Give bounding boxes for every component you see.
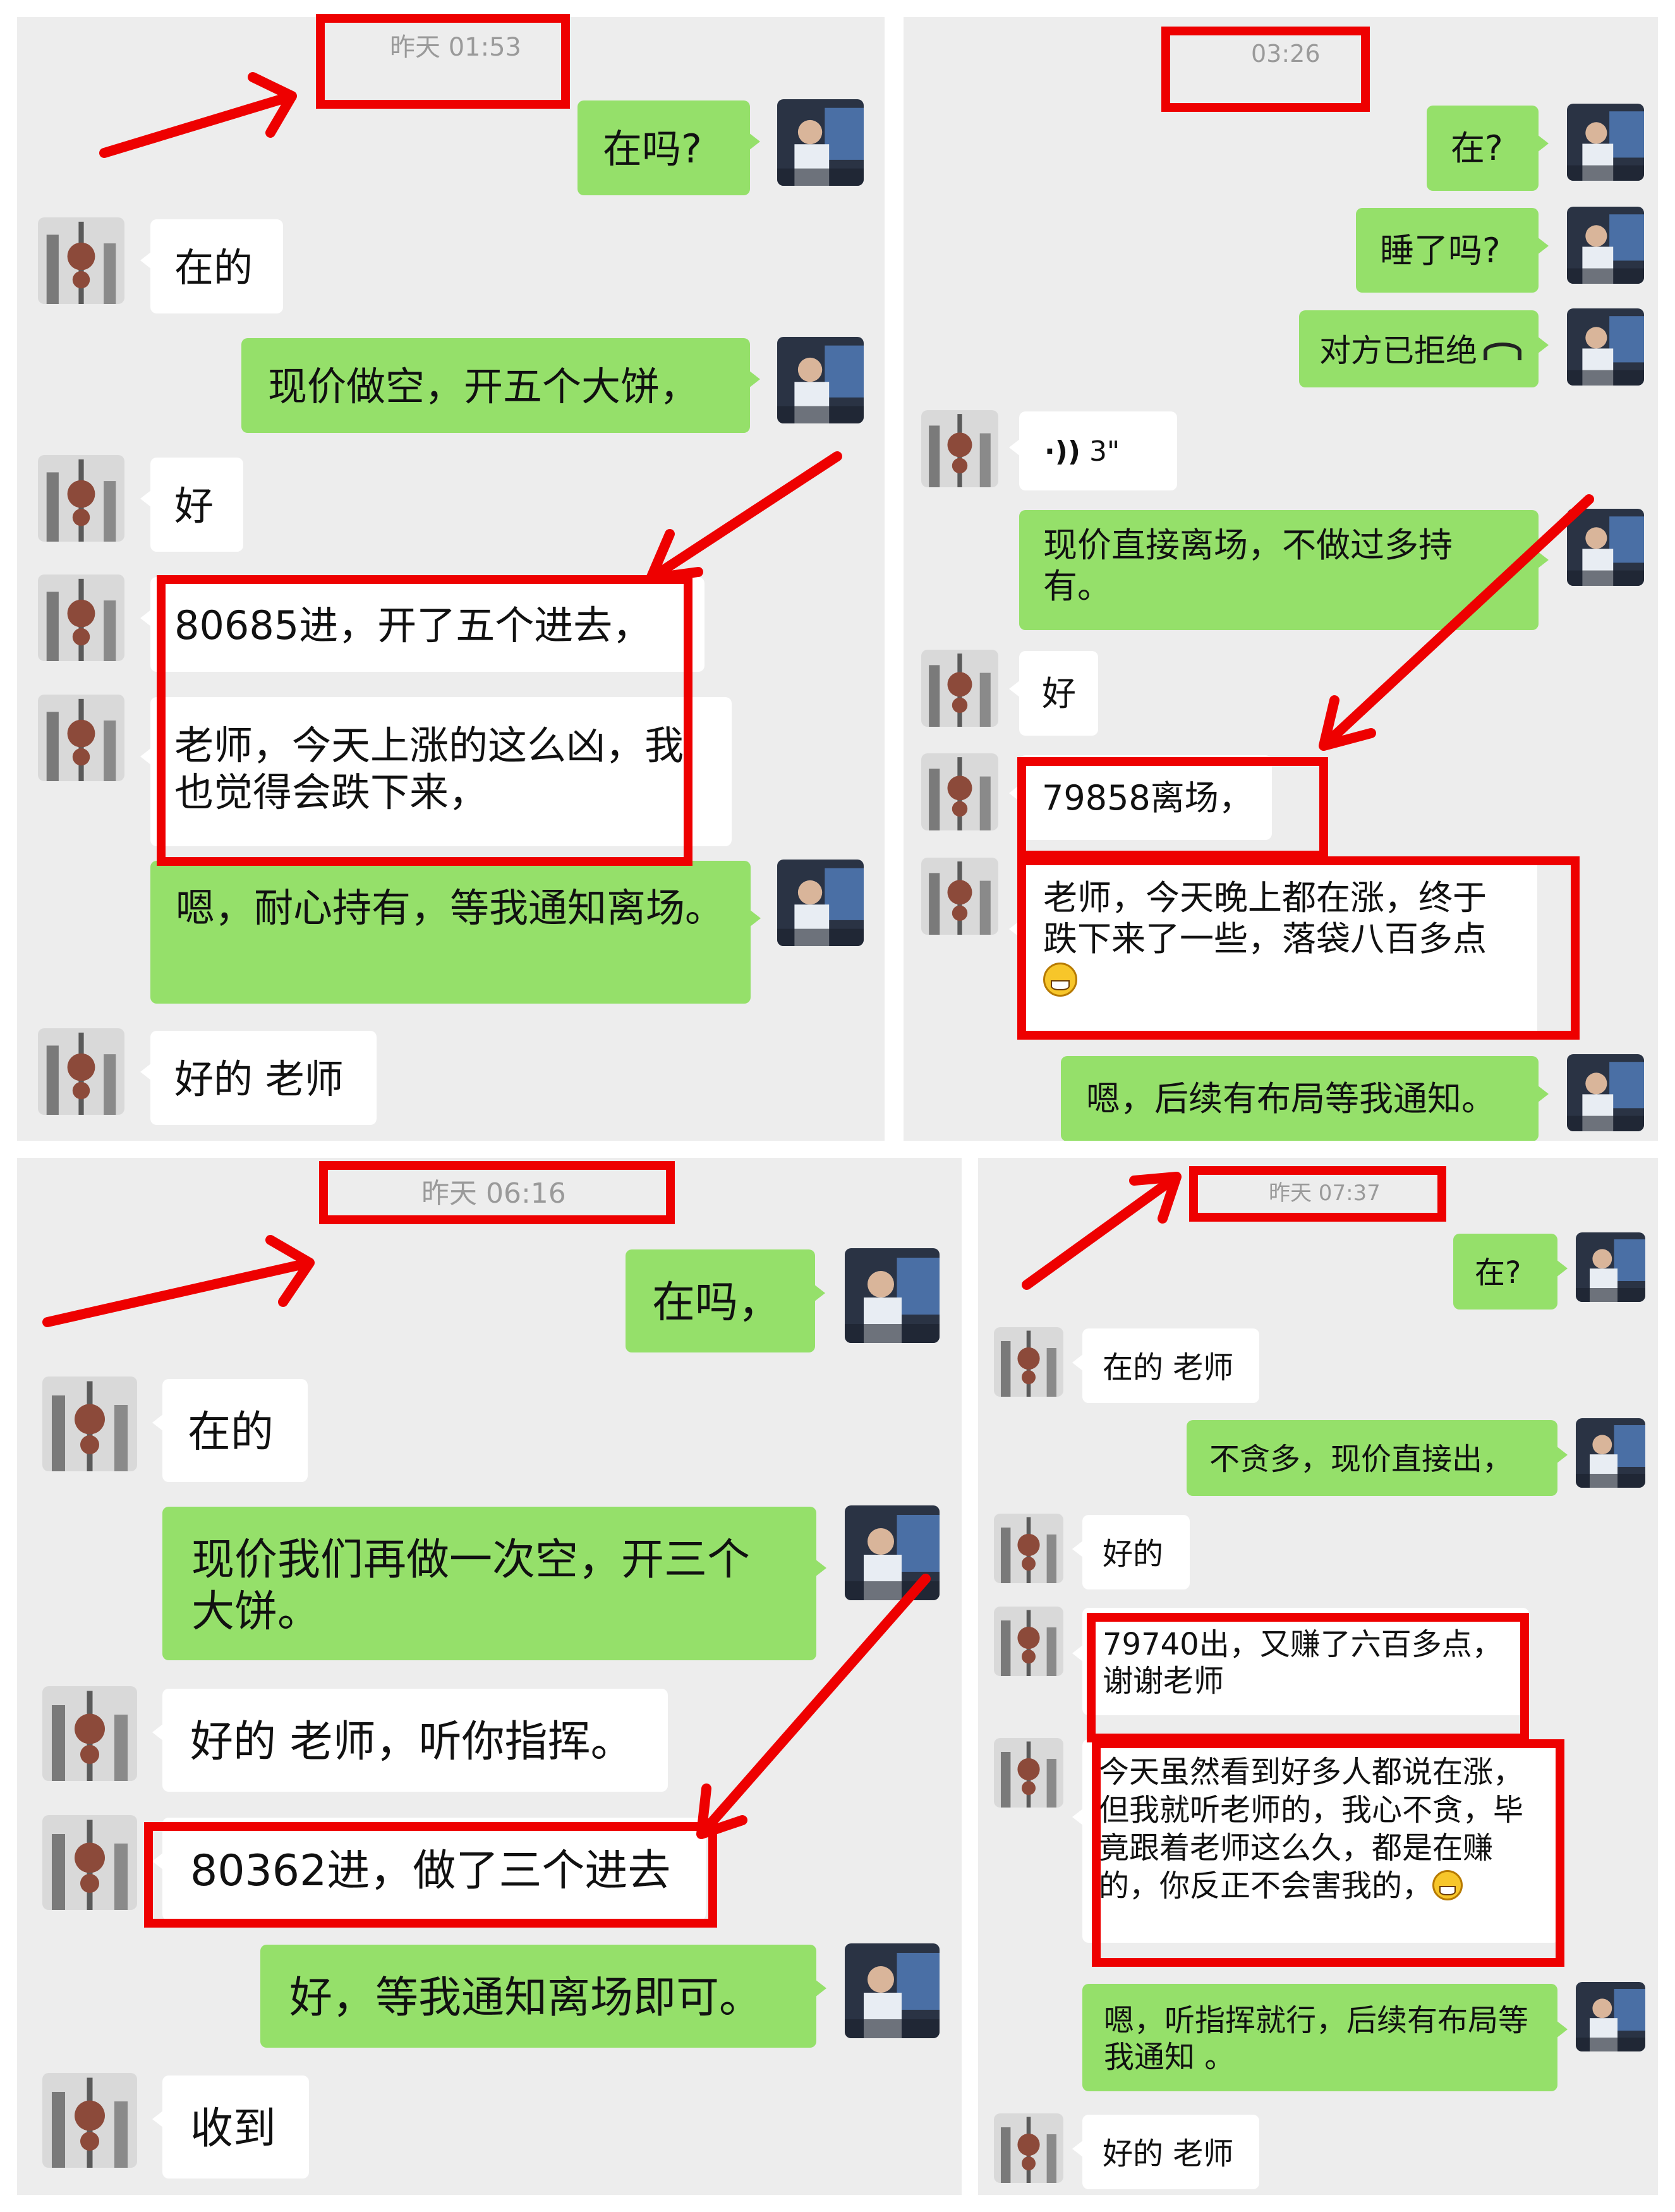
- message-bubble-sent[interactable]: 在吗，: [626, 1249, 825, 1352]
- message-bubble-sent[interactable]: 睡了吗?: [1356, 208, 1549, 293]
- contact-avatar[interactable]: [994, 1607, 1063, 1676]
- my-avatar[interactable]: [777, 337, 864, 423]
- contact-avatar[interactable]: [42, 2073, 137, 2168]
- my-avatar[interactable]: [1576, 1418, 1645, 1488]
- my-avatar[interactable]: [845, 1505, 940, 1600]
- my-avatar[interactable]: [1576, 1232, 1645, 1302]
- contact-avatar[interactable]: [921, 410, 998, 487]
- message-bubble-received[interactable]: 收到: [152, 2075, 309, 2179]
- voice-icon: ·)): [1044, 435, 1080, 468]
- contact-avatar[interactable]: [42, 1686, 137, 1781]
- my-avatar[interactable]: [1567, 509, 1644, 586]
- highlight-box-exit-1: [1017, 757, 1328, 860]
- highlight-box-timestamp-2: [1161, 27, 1370, 112]
- voice-duration: 3": [1089, 435, 1120, 468]
- voice-message-bubble[interactable]: ·)) 3": [1009, 411, 1177, 490]
- highlight-box-timestamp-1: [316, 14, 570, 109]
- message-bubble-sent[interactable]: 嗯，耐心持有，等我通知离场。: [150, 861, 761, 1004]
- highlight-box-exit-2: [1087, 1613, 1529, 1742]
- highlight-box-comment: [1092, 1739, 1564, 1967]
- message-bubble-sent[interactable]: 不贪多，现价直接出，: [1187, 1420, 1568, 1496]
- my-avatar[interactable]: [777, 860, 864, 946]
- contact-avatar[interactable]: [994, 1514, 1063, 1583]
- chat-panel-3: 昨天 06:16 在吗， 在的 现价我们再做一次空，开三个大饼。 好的 老师，听…: [17, 1158, 962, 2195]
- hangup-icon: [1484, 343, 1521, 360]
- highlight-box-profit-1: [1017, 856, 1580, 1040]
- message-bubble-sent[interactable]: 在吗?: [577, 100, 760, 195]
- my-avatar[interactable]: [777, 99, 864, 186]
- contact-avatar[interactable]: [38, 455, 124, 542]
- my-avatar[interactable]: [845, 1943, 940, 2038]
- message-bubble-sent[interactable]: 嗯，后续有布局等我通知。: [1061, 1056, 1549, 1141]
- highlight-box-timestamp-3: [319, 1161, 675, 1224]
- my-avatar[interactable]: [1567, 207, 1644, 284]
- message-bubble-received[interactable]: 好的 老师，听你指挥。: [152, 1689, 668, 1792]
- highlight-box-timestamp-4: [1189, 1166, 1446, 1222]
- message-bubble-sent[interactable]: 现价做空，开五个大饼，: [241, 338, 760, 433]
- contact-avatar[interactable]: [38, 695, 124, 781]
- message-bubble-received[interactable]: 在的: [152, 1379, 308, 1482]
- highlight-box-entry-2: [144, 1822, 717, 1928]
- call-rejected-bubble[interactable]: 对方已拒绝: [1299, 310, 1549, 387]
- message-bubble-received[interactable]: 好: [1009, 651, 1098, 736]
- contact-avatar[interactable]: [994, 1738, 1063, 1808]
- contact-avatar[interactable]: [38, 1028, 124, 1115]
- my-avatar[interactable]: [845, 1248, 940, 1343]
- contact-avatar[interactable]: [42, 1376, 137, 1471]
- contact-avatar[interactable]: [994, 2113, 1063, 2183]
- call-status-text: 对方已拒绝: [1319, 332, 1477, 369]
- message-bubble-received[interactable]: 好的: [1072, 1515, 1190, 1589]
- message-bubble-sent[interactable]: 嗯，听指挥就行，后续有布局等我通知 。: [1082, 1984, 1568, 2091]
- highlight-box-entry-1: [157, 575, 692, 866]
- message-bubble-sent[interactable]: 现价直接离场，不做过多持有。: [1019, 510, 1549, 630]
- message-bubble-sent[interactable]: 在?: [1453, 1234, 1568, 1310]
- message-bubble-sent[interactable]: 在?: [1427, 106, 1549, 191]
- contact-avatar[interactable]: [921, 858, 998, 935]
- message-bubble-received[interactable]: 在的 老师: [1072, 1328, 1259, 1403]
- message-bubble-received[interactable]: 好的 老师: [140, 1031, 377, 1125]
- my-avatar[interactable]: [1567, 308, 1644, 386]
- message-bubble-sent[interactable]: 好，等我通知离场即可。: [260, 1945, 826, 2048]
- contact-avatar[interactable]: [42, 1815, 137, 1910]
- contact-avatar[interactable]: [994, 1327, 1063, 1397]
- message-bubble-received[interactable]: 好的 老师: [1072, 2115, 1259, 2189]
- message-bubble-sent[interactable]: 现价我们再做一次空，开三个大饼。: [162, 1507, 826, 1660]
- message-bubble-received[interactable]: 在的: [140, 219, 283, 313]
- message-bubble-received[interactable]: 好: [140, 458, 243, 552]
- contact-avatar[interactable]: [921, 753, 998, 830]
- my-avatar[interactable]: [1567, 104, 1644, 181]
- contact-avatar[interactable]: [38, 574, 124, 661]
- contact-avatar[interactable]: [38, 217, 124, 304]
- my-avatar[interactable]: [1567, 1054, 1644, 1131]
- my-avatar[interactable]: [1576, 1982, 1645, 2051]
- contact-avatar[interactable]: [921, 650, 998, 727]
